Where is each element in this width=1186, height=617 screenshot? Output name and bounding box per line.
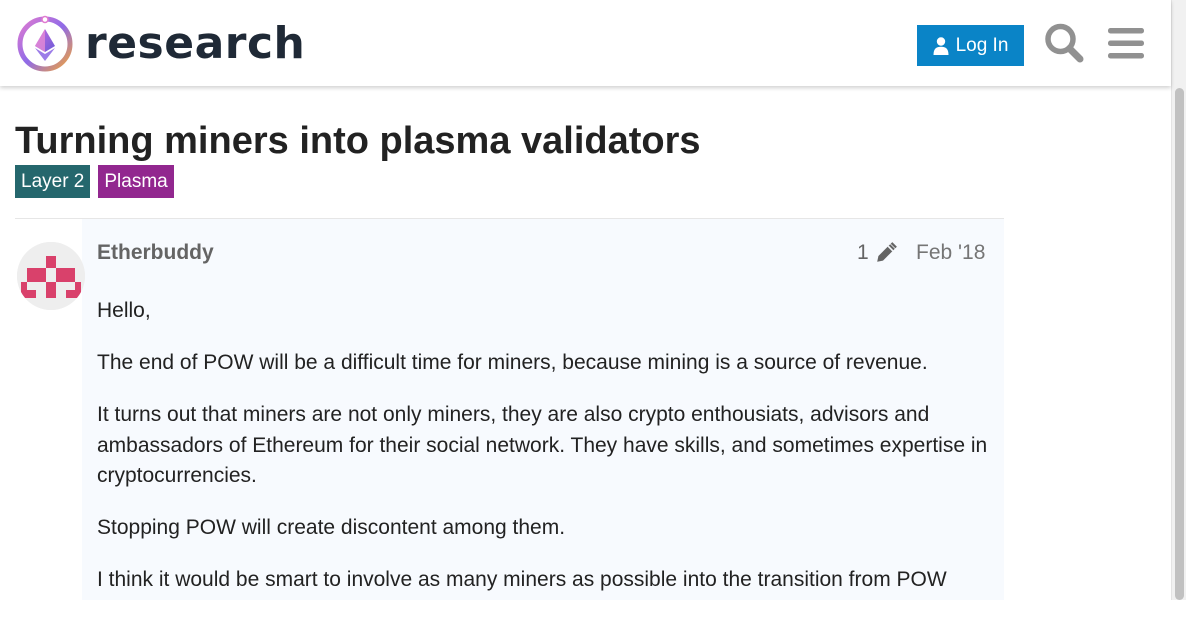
- identicon-avatar-icon: [17, 242, 85, 310]
- page-scrollbar[interactable]: [1171, 0, 1186, 600]
- topic-title[interactable]: Turning miners into plasma validators: [15, 118, 701, 164]
- ethereum-research-logo-icon: [17, 15, 73, 72]
- site-name: research: [85, 18, 306, 69]
- login-button[interactable]: Log In: [917, 25, 1024, 66]
- site-header: research Log In: [0, 0, 1171, 86]
- login-label: Log In: [955, 34, 1009, 56]
- post-username[interactable]: Etherbuddy: [97, 240, 214, 266]
- post-paragraph: Stopping POW will create discontent amon…: [97, 516, 566, 539]
- topic-tags: Layer 2 Plasma: [15, 165, 174, 198]
- edit-count: 1: [857, 241, 869, 264]
- search-icon[interactable]: [1044, 22, 1084, 64]
- tag-layer-2[interactable]: Layer 2: [15, 165, 91, 198]
- scrollbar-thumb[interactable]: [1175, 88, 1184, 600]
- post-body: Hello, The end of POW will be a difficul…: [97, 296, 992, 617]
- post-paragraph: It turns out that miners are not only mi…: [97, 403, 988, 487]
- edit-history-button[interactable]: 1: [857, 240, 897, 266]
- post-paragraph: The end of POW will be a difficult time …: [97, 351, 928, 374]
- hamburger-menu-icon[interactable]: [1106, 22, 1146, 64]
- pencil-icon: [876, 242, 897, 262]
- tag-plasma[interactable]: Plasma: [98, 165, 174, 198]
- post-paragraph: Hello,: [97, 299, 151, 322]
- post-paragraph: I think it would be smart to involve as …: [97, 568, 947, 591]
- avatar[interactable]: [17, 242, 85, 310]
- site-logo[interactable]: research: [16, 15, 305, 73]
- post-date[interactable]: Feb '18: [916, 240, 985, 266]
- user-icon: [933, 36, 949, 55]
